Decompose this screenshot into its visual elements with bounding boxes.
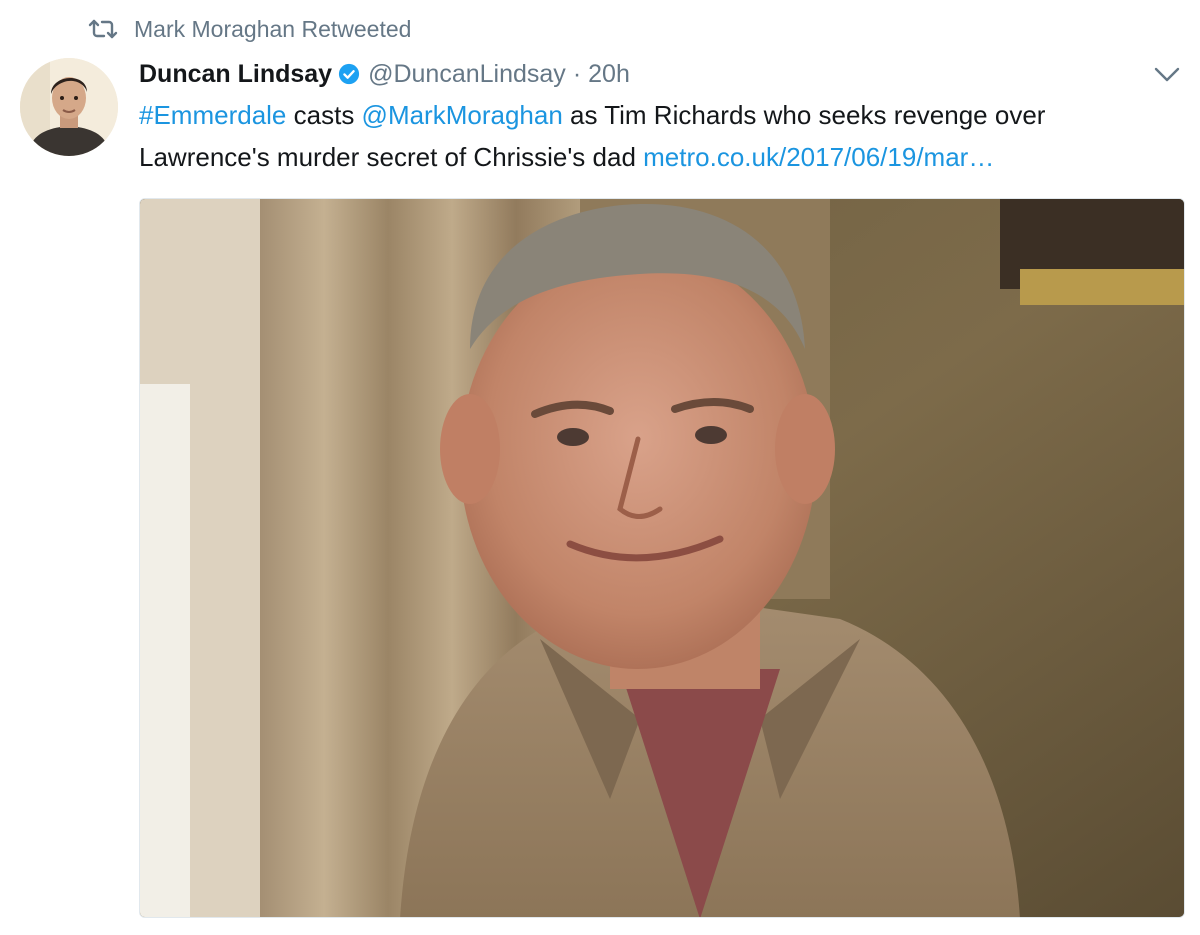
avatar-image: [20, 58, 118, 156]
retweet-context: Mark Moraghan Retweeted: [88, 14, 411, 44]
retweet-icon: [88, 19, 118, 39]
mention-link[interactable]: @MarkMoraghan: [362, 100, 563, 130]
tweet-card[interactable]: Mark Moraghan Retweeted Duncan Lindsay @…: [0, 0, 1200, 935]
author-name[interactable]: Duncan Lindsay: [139, 60, 332, 89]
verified-badge-icon: [339, 63, 360, 85]
tweet-text-segment: casts: [286, 100, 362, 130]
separator-dot: ·: [572, 59, 582, 88]
tweet-header: Duncan Lindsay @DuncanLindsay · 20h: [139, 56, 630, 92]
tweet-media-photo[interactable]: [139, 198, 1185, 918]
hashtag-link[interactable]: #Emmerdale: [139, 100, 286, 130]
chevron-down-icon[interactable]: [1154, 66, 1180, 84]
tweet-timestamp[interactable]: 20h: [588, 60, 630, 89]
avatar[interactable]: [20, 58, 118, 156]
article-url-link[interactable]: metro.co.uk/2017/06/19/mar…: [643, 142, 994, 172]
author-handle[interactable]: @DuncanLindsay: [368, 60, 566, 89]
retweeter-link[interactable]: Mark Moraghan Retweeted: [134, 16, 411, 43]
tweet-text: #Emmerdale casts @MarkMoraghan as Tim Ri…: [139, 94, 1169, 178]
photo-image: [140, 199, 1184, 917]
